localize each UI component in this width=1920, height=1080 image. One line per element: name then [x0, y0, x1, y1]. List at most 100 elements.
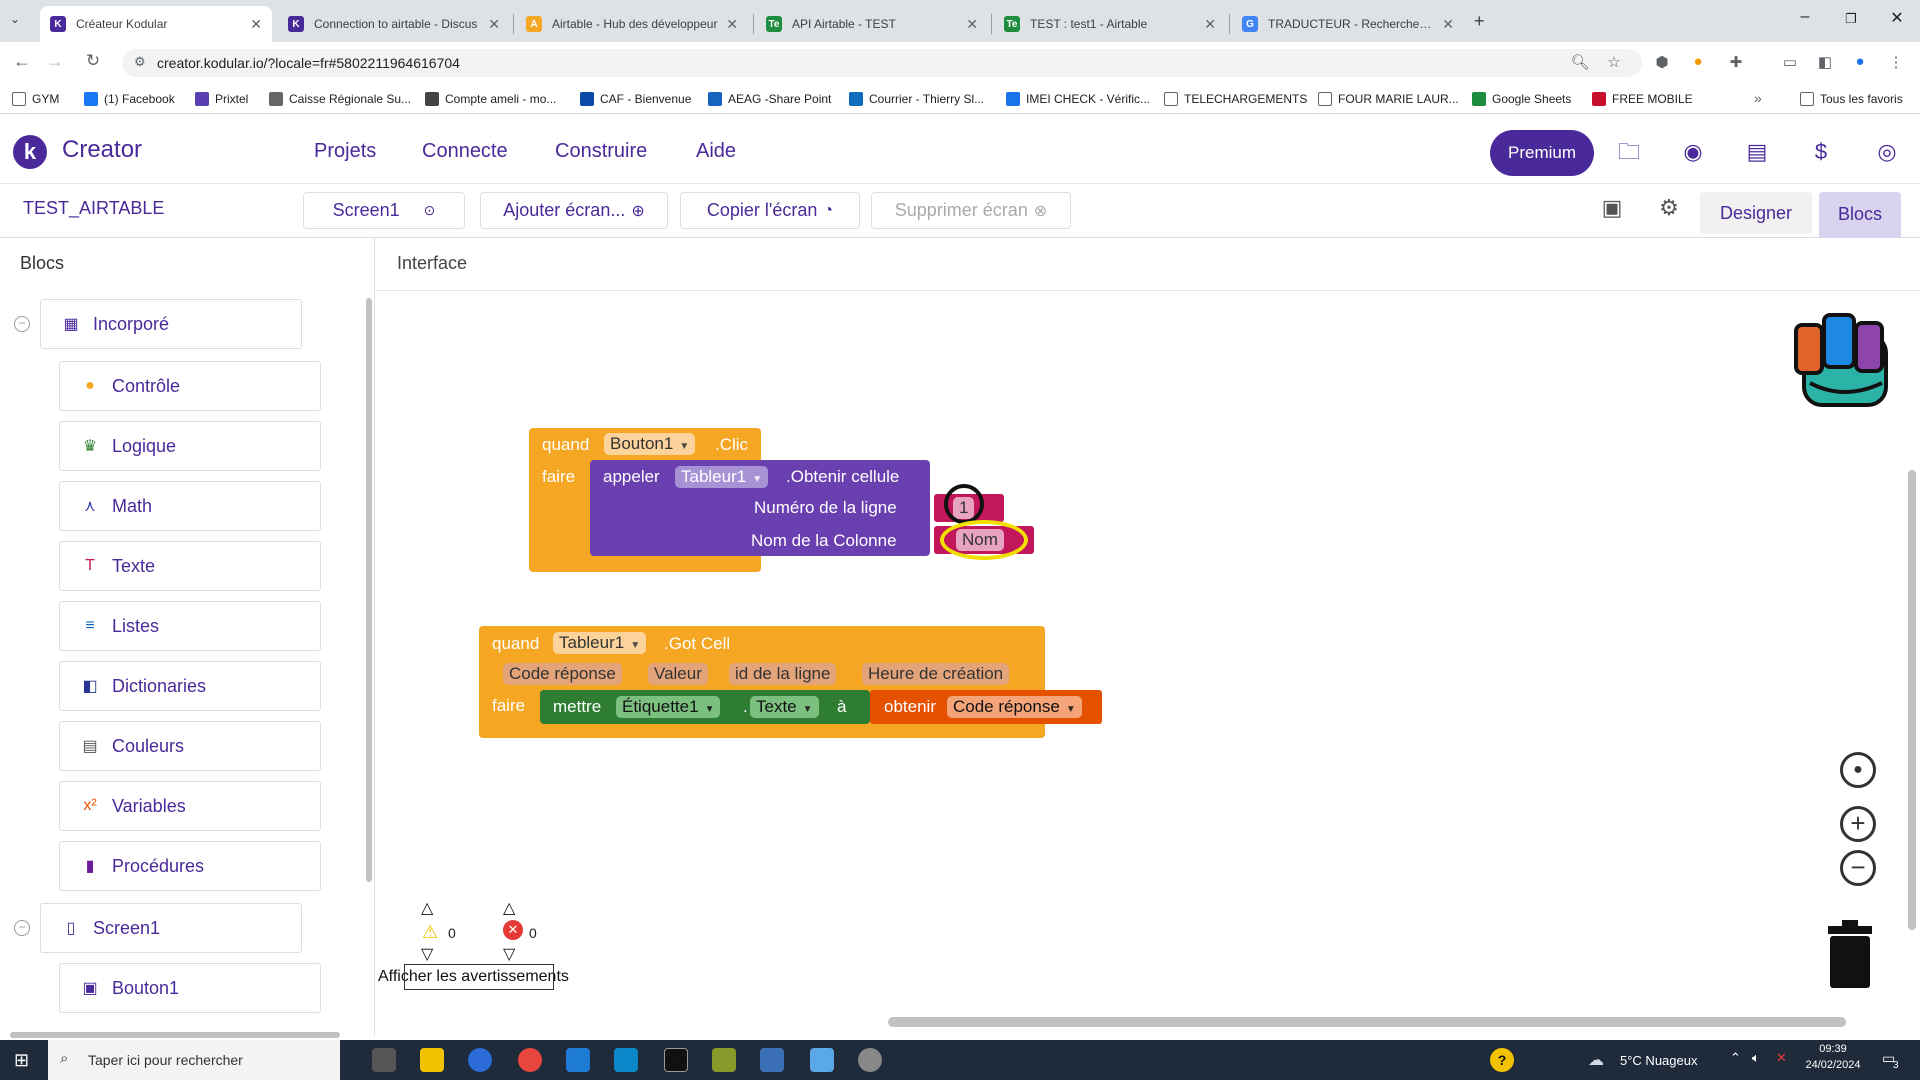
- blocks-button[interactable]: Blocs: [1819, 192, 1901, 238]
- gallery-icon[interactable]: ▣: [1598, 194, 1626, 222]
- settings-gear-icon[interactable]: ⚙: [1655, 194, 1683, 222]
- menu-aide[interactable]: Aide: [696, 140, 736, 163]
- site-info-icon[interactable]: ⚙: [134, 54, 146, 70]
- tab-close-icon[interactable]: ✕: [488, 16, 500, 33]
- blocks-panel-hscrollbar[interactable]: [10, 1032, 340, 1038]
- zoom-icon[interactable]: 🔍︎: [1570, 53, 1590, 73]
- network-icon[interactable]: ✕: [1776, 1050, 1787, 1066]
- terminal-icon[interactable]: [664, 1048, 688, 1072]
- recenter-icon[interactable]: ●: [1840, 752, 1876, 788]
- tree-screen1[interactable]: ▯ Screen1: [40, 903, 302, 953]
- workspace-vscrollbar[interactable]: [1908, 470, 1916, 930]
- block2-property-dropdown[interactable]: Texte ▼: [750, 696, 819, 718]
- back-icon[interactable]: ←: [10, 51, 34, 72]
- side-panel-icon[interactable]: ◧: [1815, 53, 1835, 73]
- close-window-icon[interactable]: ✕: [1882, 8, 1912, 28]
- bookmarks-more-button[interactable]: »: [1754, 90, 1762, 106]
- delete-screen-button[interactable]: Supprimer écran ⊗: [871, 192, 1071, 229]
- warning-up-arrow-icon[interactable]: △: [421, 898, 433, 918]
- browser-menu-icon[interactable]: ⋮: [1886, 53, 1906, 73]
- weather-text[interactable]: 5°C Nuageux: [1620, 1053, 1697, 1068]
- bookmark-1[interactable]: (1) Facebook: [84, 92, 175, 106]
- bookmark-6[interactable]: AEAG -Share Point: [708, 92, 831, 106]
- account-icon[interactable]: ◎: [1873, 138, 1901, 166]
- add-screen-button[interactable]: Ajouter écran... ⊕: [480, 192, 668, 229]
- app-icon-1[interactable]: [566, 1048, 590, 1072]
- new-project-folder-icon[interactable]: 🗀: [1615, 138, 1643, 166]
- block2-get-dropdown[interactable]: Code réponse ▼: [947, 696, 1082, 718]
- bookmark-5[interactable]: CAF - Bienvenue: [580, 92, 691, 106]
- cast-icon[interactable]: ▭: [1780, 53, 1800, 73]
- menu-connecte[interactable]: Connecte: [422, 140, 508, 163]
- bookmark-11[interactable]: Google Sheets: [1472, 92, 1571, 106]
- extension-icon[interactable]: ⬢: [1652, 53, 1672, 73]
- app-icon-3[interactable]: [712, 1048, 736, 1072]
- extensions-puzzle-icon[interactable]: ✚: [1726, 53, 1746, 73]
- extension-badge-icon[interactable]: ●: [1688, 53, 1708, 73]
- category-4[interactable]: ≡ Listes: [59, 601, 321, 651]
- category-builtin[interactable]: ▦ Incorporé: [40, 299, 302, 349]
- copy-screen-button[interactable]: Copier l'écran ◔: [680, 192, 860, 229]
- tray-chevron-icon[interactable]: ⌃: [1730, 1050, 1741, 1066]
- new-tab-button[interactable]: +: [1474, 11, 1485, 32]
- category-5[interactable]: ◧ Dictionaries: [59, 661, 321, 711]
- tab-close-icon[interactable]: ✕: [250, 16, 262, 33]
- category-0[interactable]: ● Contrôle: [59, 361, 321, 411]
- task-view-icon[interactable]: [372, 1048, 396, 1072]
- bookmark-12[interactable]: FREE MOBILE: [1592, 92, 1693, 106]
- chrome-icon[interactable]: [518, 1048, 542, 1072]
- clock-date[interactable]: 24/02/2024: [1804, 1059, 1862, 1071]
- restore-icon[interactable]: ❐: [1836, 11, 1866, 27]
- category-2[interactable]: ⋏ Math: [59, 481, 321, 531]
- tab-close-icon[interactable]: ✕: [966, 16, 978, 33]
- bookmark-10[interactable]: FOUR MARIE LAUR...: [1318, 92, 1459, 106]
- zoom-out-icon[interactable]: −: [1840, 850, 1876, 886]
- category-6[interactable]: ▤ Couleurs: [59, 721, 321, 771]
- tab-close-icon[interactable]: ✕: [1442, 16, 1454, 33]
- bookmark-2[interactable]: Prixtel: [195, 92, 248, 106]
- bookmark-9[interactable]: TELECHARGEMENTS: [1164, 92, 1307, 106]
- file-explorer-icon[interactable]: [420, 1048, 444, 1072]
- tab-close-icon[interactable]: ✕: [726, 16, 738, 33]
- zoom-in-icon[interactable]: +: [1840, 806, 1876, 842]
- app-icon-2[interactable]: [614, 1048, 638, 1072]
- error-down-arrow-icon[interactable]: ▽: [503, 944, 515, 964]
- tab-3[interactable]: Te API Airtable - TEST ✕: [756, 6, 988, 42]
- workspace-hscrollbar[interactable]: [888, 1017, 1846, 1027]
- block2-param-heure-creation[interactable]: Heure de création: [862, 663, 1010, 685]
- app-icon-5[interactable]: [858, 1048, 882, 1072]
- block1-component-dropdown[interactable]: Bouton1 ▼: [604, 433, 696, 455]
- bookmark-3[interactable]: Caisse Régionale Su...: [269, 92, 411, 106]
- bookmark-8[interactable]: IMEI CHECK - Vérific...: [1006, 92, 1150, 106]
- block1-arg2-value[interactable]: Nom: [956, 529, 1004, 551]
- chromium-icon[interactable]: [468, 1048, 492, 1072]
- bookmark-4[interactable]: Compte ameli - mo...: [425, 92, 556, 106]
- block2-component-dropdown[interactable]: Tableur1 ▼: [553, 632, 647, 654]
- collapse-screen-icon[interactable]: −: [14, 920, 30, 936]
- taskbar-search[interactable]: Taper ici pour rechercher: [48, 1040, 340, 1080]
- volume-icon[interactable]: 🔈︎: [1752, 1050, 1760, 1066]
- tab-close-icon[interactable]: ✕: [1204, 16, 1216, 33]
- clock-time[interactable]: 09:39: [1804, 1043, 1862, 1055]
- backpack-icon[interactable]: [1786, 305, 1900, 413]
- bookmark-0[interactable]: GYM: [12, 92, 59, 106]
- blocks-panel-scrollbar[interactable]: [366, 298, 372, 882]
- all-favorites-folder[interactable]: Tous les favoris: [1800, 92, 1903, 106]
- calculator-icon[interactable]: [760, 1048, 784, 1072]
- tab-1[interactable]: K Connection to airtable - Discus ✕: [278, 6, 510, 42]
- minimize-icon[interactable]: –: [1790, 8, 1820, 26]
- block1-target-dropdown[interactable]: Tableur1 ▼: [675, 466, 769, 488]
- tab-search-chevron-icon[interactable]: ⌄: [10, 12, 20, 26]
- screen-select[interactable]: Screen1 ⊙: [303, 192, 465, 229]
- dollar-icon[interactable]: $: [1807, 138, 1835, 166]
- profile-icon[interactable]: ●: [1850, 53, 1870, 73]
- forward-icon[interactable]: →: [43, 51, 67, 72]
- category-7[interactable]: x² Variables: [59, 781, 321, 831]
- category-8[interactable]: ▮ Procédures: [59, 841, 321, 891]
- category-1[interactable]: ♛ Logique: [59, 421, 321, 471]
- category-3[interactable]: T Texte: [59, 541, 321, 591]
- bookmark-star-icon[interactable]: ☆: [1604, 53, 1624, 73]
- warning-down-arrow-icon[interactable]: ▽: [421, 944, 433, 964]
- block2-param-valeur[interactable]: Valeur: [648, 663, 708, 685]
- collapse-icon[interactable]: −: [14, 316, 30, 332]
